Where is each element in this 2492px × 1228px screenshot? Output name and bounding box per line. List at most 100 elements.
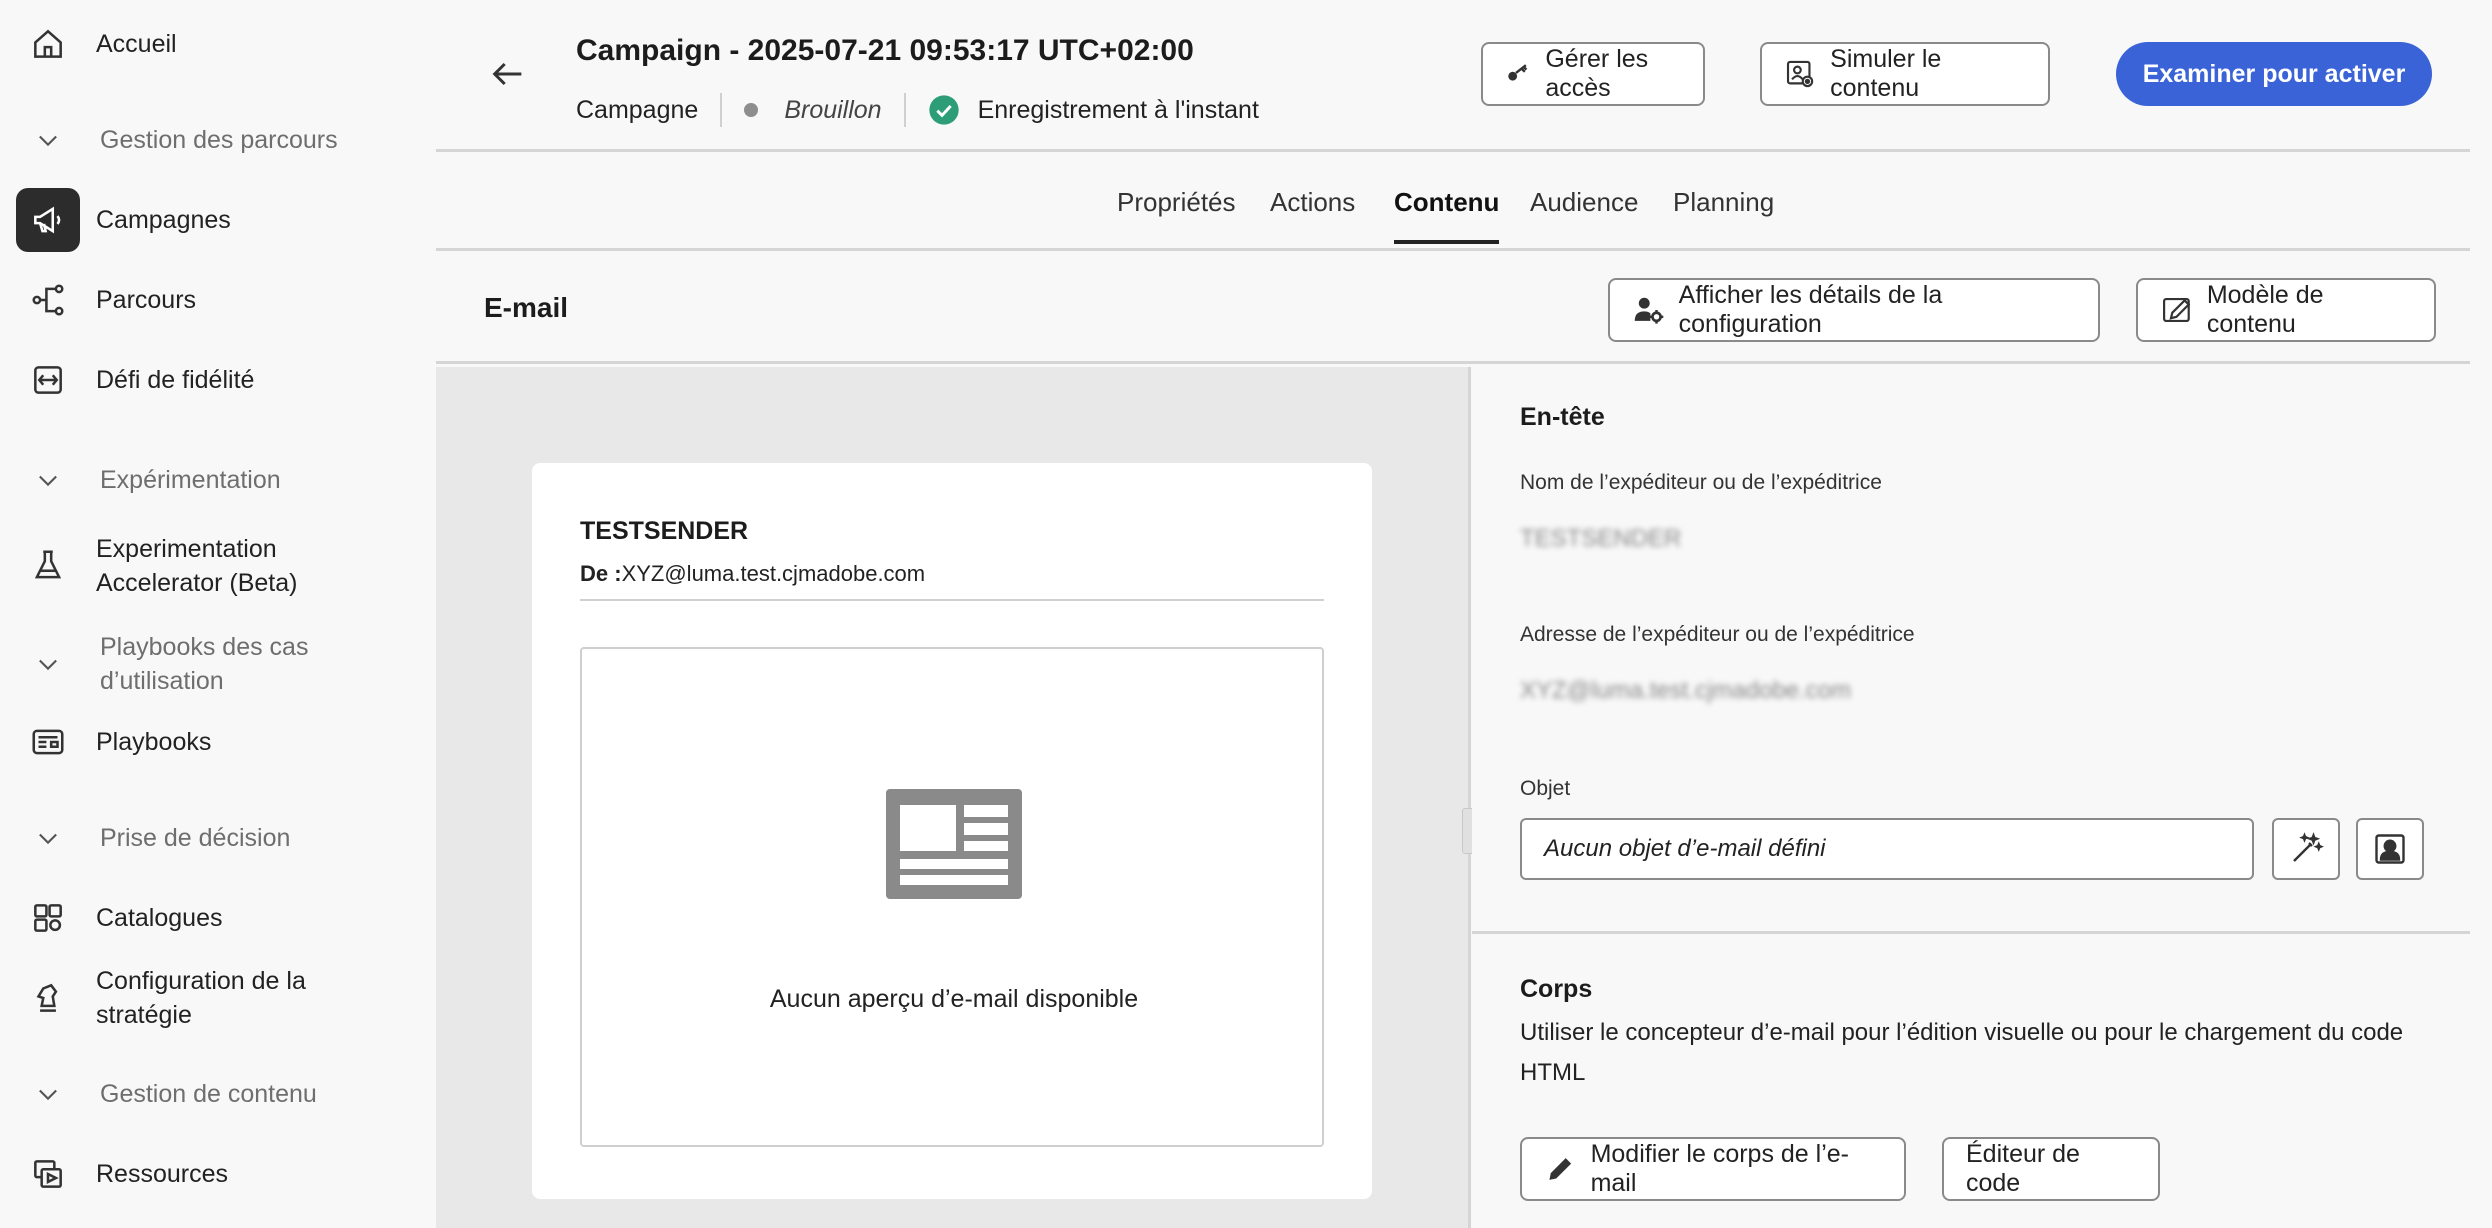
simulate-content-button[interactable]: Simuler le contenu — [1760, 42, 2050, 106]
save-status: Enregistrement à l'instant — [977, 95, 1259, 124]
nav-journeys[interactable]: Parcours — [0, 264, 436, 336]
tab-planning[interactable]: Planning — [1673, 187, 1774, 240]
from-address: XYZ@luma.test.cjmadobe.com — [621, 561, 926, 586]
tab-audience[interactable]: Audience — [1530, 187, 1638, 240]
tab-bar: Propriétés Actions Contenu Audience Plan… — [436, 155, 2470, 251]
from-label: De : — [580, 561, 622, 586]
chess-knight-icon — [16, 966, 80, 1030]
nav-resources-label: Ressources — [96, 1160, 228, 1188]
personalize-icon — [2375, 834, 2405, 864]
nav-strategy[interactable]: Configuration de la stratégie — [0, 956, 436, 1040]
subject-label: Objet — [1520, 777, 1571, 800]
subject-input[interactable]: Aucun objet d’e-mail défini — [1520, 818, 2254, 880]
nav-strategy-label: Configuration de la stratégie — [96, 967, 306, 1029]
nav-group-experimentation[interactable]: Expérimentation — [0, 444, 436, 516]
header-section-title: En-tête — [1520, 403, 1605, 431]
divider — [580, 599, 1324, 601]
nav-group-playbooks[interactable]: Playbooks des cas d’utilisation — [0, 622, 436, 706]
manage-access-button[interactable]: Gérer les accès — [1481, 42, 1705, 106]
code-editor-button[interactable]: Éditeur de code — [1942, 1137, 2160, 1201]
assets-icon — [16, 1142, 80, 1206]
sender-name-label: Nom de l’expéditeur ou de l’expéditrice — [1520, 471, 1882, 494]
nav-catalogs-label: Catalogues — [96, 904, 223, 932]
campaign-type: Campagne — [576, 95, 699, 124]
nav-playbooks[interactable]: Playbooks — [0, 706, 436, 778]
tab-properties[interactable]: Propriétés — [1117, 187, 1236, 240]
email-settings-pane: En-tête Nom de l’expéditeur ou de l’expé… — [1472, 367, 2470, 1228]
simulate-content-label: Simuler le contenu — [1830, 45, 1942, 102]
channel-title: E-mail — [484, 292, 569, 323]
nav-loyalty[interactable]: Défi de fidélité — [0, 344, 436, 416]
nav-home[interactable]: Accueil — [0, 8, 436, 80]
email-preview-card: TESTSENDER De :XYZ@luma.test.cjmadobe.co… — [532, 463, 1372, 1199]
user-settings-icon — [1634, 297, 1664, 324]
nav-group-label: Playbooks des cas d’utilisation — [100, 633, 309, 695]
sender-address-label: Adresse de l’expéditeur ou de l’expéditr… — [1520, 623, 1915, 646]
megaphone-icon — [16, 188, 80, 252]
preview-placeholder: Aucun aperçu d’e-mail disponible — [580, 647, 1324, 1147]
nav-experimentation-accelerator[interactable]: Experimentation Accelerator (Beta) — [0, 524, 436, 608]
email-layout-icon — [886, 789, 1022, 899]
divider — [1472, 931, 2470, 934]
sender-name-value: TESTSENDER — [1520, 525, 1682, 552]
code-editor-label: Éditeur de code — [1966, 1140, 2080, 1197]
nav-group-content[interactable]: Gestion de contenu — [0, 1058, 436, 1130]
checkmark-circle-icon — [928, 95, 959, 125]
journey-icon — [16, 268, 80, 332]
tab-content[interactable]: Contenu — [1394, 187, 1500, 244]
campaign-header: Campaign - 2025-07-21 09:53:17 UTC+02:00… — [436, 0, 2470, 152]
nav-campaigns-label: Campagnes — [96, 206, 231, 234]
preview-sender-name: TESTSENDER — [580, 517, 749, 545]
main-area: Campaign - 2025-07-21 09:53:17 UTC+02:00… — [436, 0, 2492, 1228]
content-template-label: Modèle de contenu — [2206, 281, 2324, 338]
nav-group-label: Gestion de contenu — [100, 1080, 317, 1108]
nav-catalogs[interactable]: Catalogues — [0, 882, 436, 954]
tab-actions[interactable]: Actions — [1270, 187, 1355, 240]
beaker-icon — [16, 534, 80, 598]
content-template-button[interactable]: Modèle de contenu — [2136, 278, 2436, 342]
chevron-down-icon — [30, 462, 66, 498]
review-to-activate-button[interactable]: Examiner pour activer — [2116, 42, 2432, 106]
campaign-title: Campaign - 2025-07-21 09:53:17 UTC+02:00 — [576, 34, 1194, 67]
catalog-icon — [16, 886, 80, 950]
divider — [720, 93, 723, 127]
left-sidebar: Accueil Gestion des parcours Campagnes P… — [0, 0, 436, 1228]
key-icon — [1508, 64, 1528, 81]
body-description: Utiliser le concepteur d’e-mail pour l’é… — [1520, 1019, 2404, 1086]
nav-group-decisioning[interactable]: Prise de décision — [0, 802, 436, 874]
chevron-down-icon — [30, 1076, 66, 1112]
email-toolbar: E-mail Afficher les détails de la config… — [436, 254, 2470, 364]
manage-access-label: Gérer les accès — [1545, 45, 1649, 102]
nav-home-label: Accueil — [96, 30, 177, 58]
no-preview-text: Aucun aperçu d’e-mail disponible — [769, 985, 1139, 1013]
edit-email-body-label: Modifier le corps de l’e-mail — [1590, 1140, 1849, 1197]
nav-journeys-label: Parcours — [96, 286, 197, 314]
pencil-icon — [1549, 1158, 1572, 1180]
divider — [903, 93, 906, 127]
home-icon — [16, 12, 80, 76]
edit-email-body-button[interactable]: Modifier le corps de l’e-mail — [1520, 1137, 1906, 1201]
back-arrow-icon[interactable] — [484, 50, 532, 98]
simulate-icon — [1786, 60, 1814, 88]
nav-group-label: Prise de décision — [100, 824, 291, 852]
nav-resources[interactable]: Ressources — [0, 1138, 436, 1210]
nav-group-label: Expérimentation — [100, 466, 281, 494]
nav-playbooks-label: Playbooks — [96, 728, 212, 756]
nav-group-journeys[interactable]: Gestion des parcours — [0, 104, 436, 176]
nav-group-label: Gestion des parcours — [100, 126, 338, 154]
status-badge: Brouillon — [784, 95, 882, 124]
ai-generate-button[interactable] — [2272, 818, 2340, 880]
nav-campaigns[interactable]: Campagnes — [0, 184, 436, 256]
body-section-title: Corps — [1520, 975, 1593, 1003]
email-preview-pane: TESTSENDER De :XYZ@luma.test.cjmadobe.co… — [436, 367, 1470, 1228]
config-details-label: Afficher les détails de la configuration — [1678, 281, 1943, 338]
campaign-meta: Campagne Brouillon Enregistrement à l'in… — [576, 92, 1259, 128]
personalization-button[interactable] — [2356, 818, 2424, 880]
pane-splitter[interactable] — [1468, 367, 1471, 1228]
nav-loyalty-label: Défi de fidélité — [96, 366, 255, 394]
loyalty-challenge-icon — [16, 348, 80, 412]
playbook-icon — [16, 710, 80, 774]
nav-exp-accel-label: Experimentation Accelerator (Beta) — [96, 535, 298, 597]
config-details-button[interactable]: Afficher les détails de la configuration — [1608, 278, 2100, 342]
template-edit-icon — [2163, 297, 2191, 323]
